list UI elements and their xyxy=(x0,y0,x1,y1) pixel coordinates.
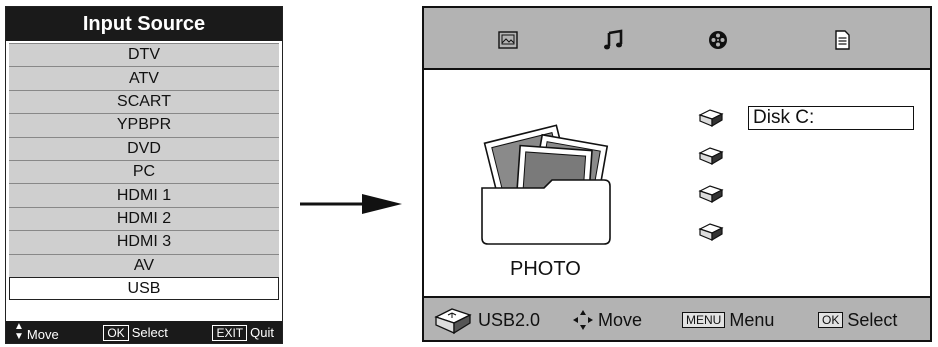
usb-bottom-bar: USB2.0 Move MENU Menu OK Select xyxy=(424,296,930,340)
input-source-list: DTV ATV SCART YPBPR DVD PC HDMI 1 HDMI 2… xyxy=(6,43,282,301)
exit-key-badge: EXIT xyxy=(212,324,248,341)
music-tab-icon[interactable] xyxy=(602,28,626,52)
menu-key-badge: MENU xyxy=(682,312,726,328)
source-item-dtv[interactable]: DTV xyxy=(9,43,279,67)
usb-media-browser: PHOTO Disk C: USB2.0 Move MENU Menu OK S… xyxy=(422,6,932,342)
up-down-arrow-icon: ▲ ▼ xyxy=(14,321,24,342)
movie-tab-icon[interactable] xyxy=(706,28,730,52)
ok-key-badge: OK xyxy=(103,324,129,341)
media-tabs-bar xyxy=(424,8,930,70)
source-item-hdmi2[interactable]: HDMI 2 xyxy=(9,206,279,231)
disk-row[interactable] xyxy=(698,220,728,244)
photo-tab-icon[interactable] xyxy=(496,28,520,52)
usb-version-label: USB2.0 xyxy=(478,309,541,330)
source-item-hdmi1[interactable]: HDMI 1 xyxy=(9,183,279,207)
text-tab-icon[interactable] xyxy=(830,28,854,52)
transition-arrow-icon xyxy=(300,194,402,214)
photo-folder-icon[interactable] xyxy=(474,118,624,248)
source-item-atv[interactable]: ATV xyxy=(9,66,279,90)
source-item-av[interactable]: AV xyxy=(9,253,279,277)
photo-category-label: PHOTO xyxy=(510,258,581,280)
input-source-title: Input Source xyxy=(6,7,282,41)
disk-row[interactable]: Disk C: xyxy=(698,106,918,130)
disk-label-field[interactable]: Disk C: xyxy=(748,106,914,130)
footer-move-label: Move xyxy=(26,327,59,342)
source-item-dvd[interactable]: DVD xyxy=(9,136,279,160)
usb-device-indicator: USB2.0 xyxy=(434,298,540,342)
move-hint: Move xyxy=(572,298,642,342)
source-item-scart[interactable]: SCART xyxy=(9,89,279,114)
footer-quit-label: Quit xyxy=(250,324,274,340)
drive-icon xyxy=(698,109,724,128)
drive-icon xyxy=(698,223,724,242)
move-hint-label: Move xyxy=(598,309,643,330)
input-source-menu: Input Source DTV ATV SCART YPBPR DVD PC … xyxy=(5,6,283,344)
source-item-usb[interactable]: USB xyxy=(9,276,279,301)
drive-icon xyxy=(698,147,724,166)
disk-row[interactable] xyxy=(698,144,728,168)
source-item-pc[interactable]: PC xyxy=(9,159,279,184)
menu-hint: MENU Menu xyxy=(682,298,774,342)
select-hint-label: Select xyxy=(847,309,898,330)
footer-select-hint: OK Select xyxy=(103,324,168,341)
disk-row[interactable] xyxy=(698,182,728,206)
input-source-footer: ▲ ▼ Move OK Select EXIT Quit xyxy=(6,321,282,343)
footer-quit-hint: EXIT Quit xyxy=(212,324,274,341)
footer-select-label: Select xyxy=(131,324,168,340)
media-content-area: PHOTO Disk C: xyxy=(424,70,930,298)
menu-hint-label: Menu xyxy=(729,309,775,330)
four-way-arrow-icon xyxy=(573,310,593,330)
usb-drive-icon xyxy=(434,308,472,335)
source-item-ypbpr[interactable]: YPBPR xyxy=(9,113,279,137)
drive-icon xyxy=(698,185,724,204)
select-hint: OK Select xyxy=(818,298,897,342)
source-item-hdmi3[interactable]: HDMI 3 xyxy=(9,230,279,254)
ok-key-badge: OK xyxy=(818,312,844,328)
footer-move-hint: ▲ ▼ Move xyxy=(14,321,59,343)
